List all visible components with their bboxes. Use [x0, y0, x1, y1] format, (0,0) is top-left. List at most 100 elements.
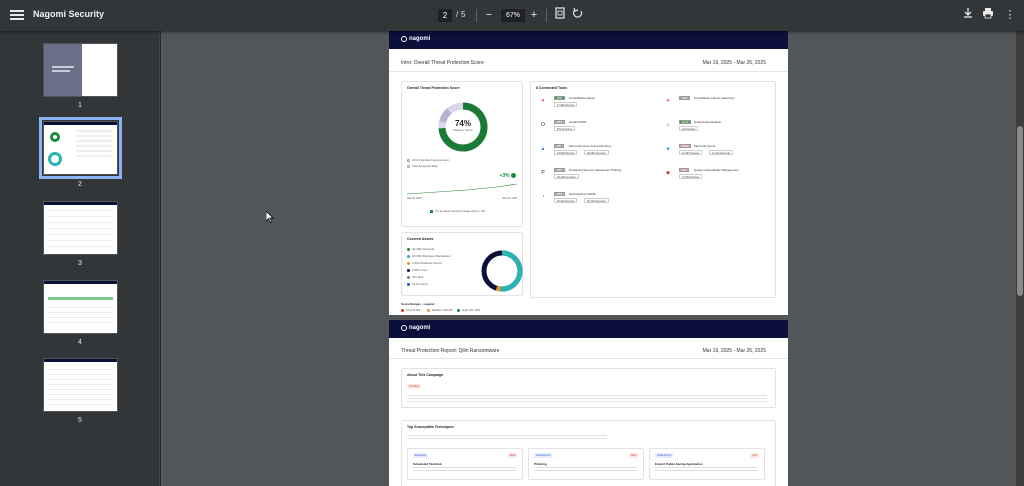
score-trend: +3% — [499, 173, 516, 179]
thumbnail-number: 1 — [78, 102, 82, 109]
connected-tool: ▲ IdP Microsoft Azure Active Directory 23,8… — [539, 144, 659, 162]
thumbnail-page-2[interactable] — [39, 117, 122, 179]
asset-item: 13 Domains — [407, 282, 428, 286]
tool-coverage: 17,980 Devices — [554, 102, 578, 107]
tool-category-badge: SAT — [554, 168, 565, 172]
tool-name: Microsoft Azure Active Directory — [569, 144, 612, 148]
fit-page-icon[interactable] — [552, 7, 568, 23]
tool-name: Email Authentication — [694, 120, 722, 124]
threat-score-card: Overall Threat Protection Score 74% Medi… — [401, 81, 523, 227]
tool-coverage: 23,805 Devices — [554, 150, 578, 155]
page-separator: / — [456, 10, 459, 19]
legend-improvement: 10% Potential Improvement — [407, 158, 449, 162]
page-header: nagomi — [389, 31, 788, 49]
connected-tool: O Web Zscaler/PAM 872 Accounts — [539, 120, 659, 138]
connected-tool: ◆ VM Qualys Vulnerability Management 13,650… — [664, 168, 784, 186]
asset-item: 2,494 Windows Server — [407, 261, 442, 265]
tool-coverage: 11,210 Accounts — [709, 150, 734, 155]
okta-icon: O — [541, 122, 545, 128]
zoom-out-icon[interactable]: − — [481, 7, 497, 23]
tool-name: Proofpoint Security Awareness Training — [569, 168, 622, 172]
about-campaign-card: About This Campaign Trending — [401, 368, 776, 408]
tool-category-badge: Web — [554, 120, 566, 124]
asset-item: 511 Mac — [407, 275, 423, 279]
range-low: Low (0-50) — [401, 308, 420, 312]
tool-category-badge: XDR — [679, 96, 691, 100]
techniques-card: Top Susceptible Techniques Execution Med S… — [401, 420, 776, 486]
tool-coverage: 13 Domains — [679, 126, 699, 131]
falcon-icon: ✦ — [665, 98, 671, 104]
tool-category-badge: VM — [679, 168, 689, 172]
thumbnail-number: 3 — [78, 260, 82, 267]
technique-severity: Med — [508, 453, 517, 458]
toolbar-divider — [546, 9, 547, 22]
asset-item: 18,400 Windows Workstation — [407, 254, 451, 258]
azure-icon: ▲ — [540, 146, 546, 152]
tool-coverage: 28,125 Accounts — [554, 174, 579, 179]
falcon-icon: ✦ — [540, 98, 546, 104]
tool-name: CrowdStrike Falcon Adversary — [694, 96, 735, 100]
connected-tool: P SAT Proofpoint Security Awareness Traini… — [539, 168, 659, 186]
page-header: nagomi — [389, 320, 788, 338]
card-title: Overall Threat Protection Score — [407, 86, 460, 90]
zoom-in-icon[interactable]: + — [526, 7, 542, 23]
menu-icon[interactable] — [10, 8, 24, 22]
scrollbar-thumb[interactable] — [1017, 126, 1023, 296]
more-options-icon[interactable]: ⋮ — [1002, 7, 1018, 23]
pdf-toolbar: Nagomi Security 2 / 5 − 67% + ⋮ — [0, 0, 1024, 31]
nagomi-logo: nagomi — [401, 36, 430, 42]
tool-coverage: 872 Accounts — [554, 126, 576, 131]
intune-icon: ■ — [666, 146, 670, 152]
print-icon[interactable] — [980, 7, 996, 23]
score-value: 74% — [454, 119, 471, 128]
technique-tactic: Initial Access — [655, 453, 674, 458]
technique-card: Initial Access Low Exploit Public-Facing A… — [649, 448, 765, 480]
covered-assets-card: Covered Assets 40,180 Accounts 18,400 Win… — [401, 232, 523, 296]
connected-tool: ✦ XDR CrowdStrike Falcon Adversary — [664, 96, 784, 114]
mail-icon: ⌂ — [666, 122, 670, 128]
trend-end-date: Mar 26, 2025 — [502, 197, 517, 200]
vertical-scrollbar[interactable] — [1016, 31, 1024, 486]
thumbnail-page-4[interactable] — [43, 280, 118, 334]
proofpoint-icon: P — [541, 170, 545, 176]
thumbnail-page-1[interactable] — [43, 43, 118, 97]
tool-name: SentinelOne CWDB — [569, 192, 596, 196]
tool-coverage: 21,397 Devices — [679, 150, 703, 155]
technique-severity: Med — [629, 453, 638, 458]
tool-coverage: 13,650 Devices — [679, 174, 703, 179]
tool-category-badge: MDM — [679, 144, 691, 148]
tool-category-badge: IdP — [554, 144, 564, 148]
tool-name: Qualys Vulnerability Management — [694, 168, 739, 172]
download-icon[interactable] — [960, 7, 976, 23]
thumbnail-sidebar: 1 2 3 4 5 — [0, 31, 160, 486]
tool-name: CrowdStrike Falcon — [569, 96, 596, 100]
trend-start-date: Mar 19, 2025 — [407, 197, 422, 200]
card-title: About This Campaign — [407, 373, 444, 377]
rotate-icon[interactable] — [570, 7, 586, 23]
technique-tactic: Execution — [413, 453, 428, 458]
page-title: Threat Protection Report: Qilin Ransomwa… — [401, 348, 500, 354]
zoom-input[interactable]: 67% — [501, 9, 525, 22]
industry-footnote: You are above industry average which is … — [430, 210, 486, 213]
mouse-cursor-icon — [266, 211, 274, 223]
score-ranges-title: Score Ranges - Legend — [401, 302, 435, 306]
trending-badge: Trending — [407, 384, 421, 389]
tool-name: Microsoft Intune — [694, 144, 716, 148]
thumbnail-page-5[interactable] — [43, 358, 118, 412]
range-high: High (87-100) — [457, 308, 480, 312]
thumbnail-number: 2 — [78, 181, 82, 188]
card-title: Top Susceptible Techniques — [407, 425, 454, 429]
thumbnail-page-3[interactable] — [43, 201, 118, 255]
technique-name: Exploit Public-Facing Application — [655, 462, 703, 466]
score-label: Medium Score — [453, 128, 473, 132]
pdf-page-3: nagomi Threat Protection Report: Qilin R… — [389, 320, 788, 486]
asset-item: 1,381 Linux — [407, 268, 428, 272]
technique-name: Phishing — [534, 462, 547, 466]
page-number-input[interactable]: 2 — [438, 9, 452, 22]
connected-tool: ✦ EDR CrowdStrike Falcon 17,980 Devices — [539, 96, 659, 114]
page-title: Intro: Overall Threat Protection Score — [401, 60, 484, 66]
total-pages: 5 — [461, 10, 466, 19]
tool-category-badge: Email — [679, 120, 692, 124]
technique-name: Scheduled Task/Job — [413, 462, 442, 466]
range-medium: Medium (50-87) — [427, 308, 453, 312]
